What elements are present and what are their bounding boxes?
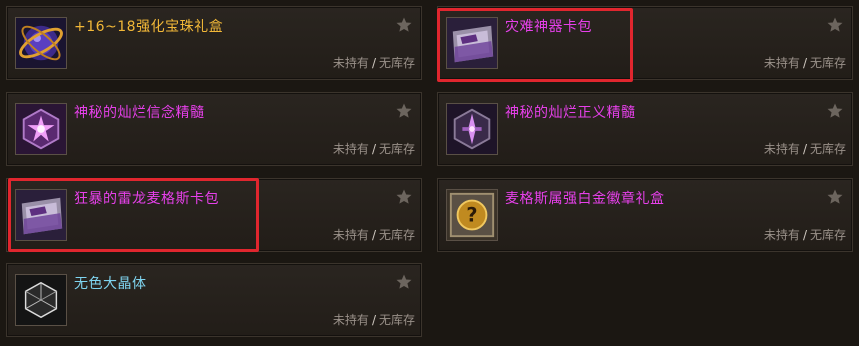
item-name: 神秘的灿烂正义精髓 [505, 105, 636, 121]
star-icon[interactable] [826, 102, 844, 120]
stock-status: 无库存 [809, 142, 846, 156]
status-separator: / [802, 56, 807, 70]
status-separator: / [371, 142, 376, 156]
item-card[interactable]: 灾难神器卡包 未持有 / 无库存 [437, 6, 853, 80]
item-status: 未持有 / 无库存 [764, 140, 846, 157]
item-name: 麦格斯属强白金徽章礼盒 [505, 191, 665, 207]
stock-status: 无库存 [378, 142, 415, 156]
star-icon[interactable] [395, 273, 413, 291]
item-name: +16~18强化宝珠礼盒 [74, 19, 224, 35]
status-separator: / [371, 228, 376, 242]
item-status: 未持有 / 无库存 [333, 140, 415, 157]
star-icon[interactable] [395, 188, 413, 206]
item-grid: +16~18强化宝珠礼盒 未持有/无库存 灾难神器卡包 未持有/无库存 [0, 0, 859, 346]
owned-status: 未持有 [763, 56, 800, 70]
stock-status: 无库存 [378, 56, 415, 70]
crystal-cube-icon [15, 274, 67, 326]
item-card[interactable]: 神秘的灿烂正义精髓 未持有 / 无库存 [437, 92, 853, 166]
item-status: 未持有 / 无库存 [333, 311, 415, 328]
item-status: 未持有 / 无库存 [764, 54, 846, 71]
stock-status: 无库存 [809, 228, 846, 242]
mystery-box-icon: ? [446, 189, 498, 241]
status-separator: / [371, 313, 376, 327]
status-separator: / [802, 142, 807, 156]
owned-status: 未持有 [763, 228, 800, 242]
owned-status: 未持有 [332, 56, 369, 70]
card-pack-icon [15, 189, 67, 241]
owned-status: 未持有 [332, 142, 369, 156]
item-card[interactable]: +16~18强化宝珠礼盒 未持有 / 无库存 [6, 6, 422, 80]
status-separator: / [802, 228, 807, 242]
star-icon[interactable] [395, 102, 413, 120]
svg-text:?: ? [466, 204, 477, 227]
item-status: 未持有 / 无库存 [333, 226, 415, 243]
card-pack-icon [446, 17, 498, 69]
item-card[interactable]: 狂暴的雷龙麦格斯卡包 未持有 / 无库存 [6, 178, 422, 252]
essence-sword-icon [446, 103, 498, 155]
item-card[interactable]: ? 麦格斯属强白金徽章礼盒 未持有 / 无库存 [437, 178, 853, 252]
owned-status: 未持有 [332, 313, 369, 327]
orb-box-icon [15, 17, 67, 69]
owned-status: 未持有 [332, 228, 369, 242]
star-icon[interactable] [826, 188, 844, 206]
item-name: 灾难神器卡包 [505, 19, 592, 35]
item-name: 神秘的灿烂信念精髓 [74, 105, 205, 121]
item-status: 未持有 / 无库存 [333, 54, 415, 71]
item-card[interactable]: 无色大晶体 未持有 / 无库存 [6, 263, 422, 337]
star-icon[interactable] [395, 16, 413, 34]
owned-status: 未持有 [763, 142, 800, 156]
essence-star-icon [15, 103, 67, 155]
status-separator: / [371, 56, 376, 70]
stock-status: 无库存 [809, 56, 846, 70]
item-card[interactable]: 神秘的灿烂信念精髓 未持有 / 无库存 [6, 92, 422, 166]
star-icon[interactable] [826, 16, 844, 34]
stock-status: 无库存 [378, 228, 415, 242]
stock-status: 无库存 [378, 313, 415, 327]
item-status: 未持有 / 无库存 [764, 226, 846, 243]
item-name: 无色大晶体 [74, 276, 147, 292]
item-name: 狂暴的雷龙麦格斯卡包 [74, 191, 219, 207]
